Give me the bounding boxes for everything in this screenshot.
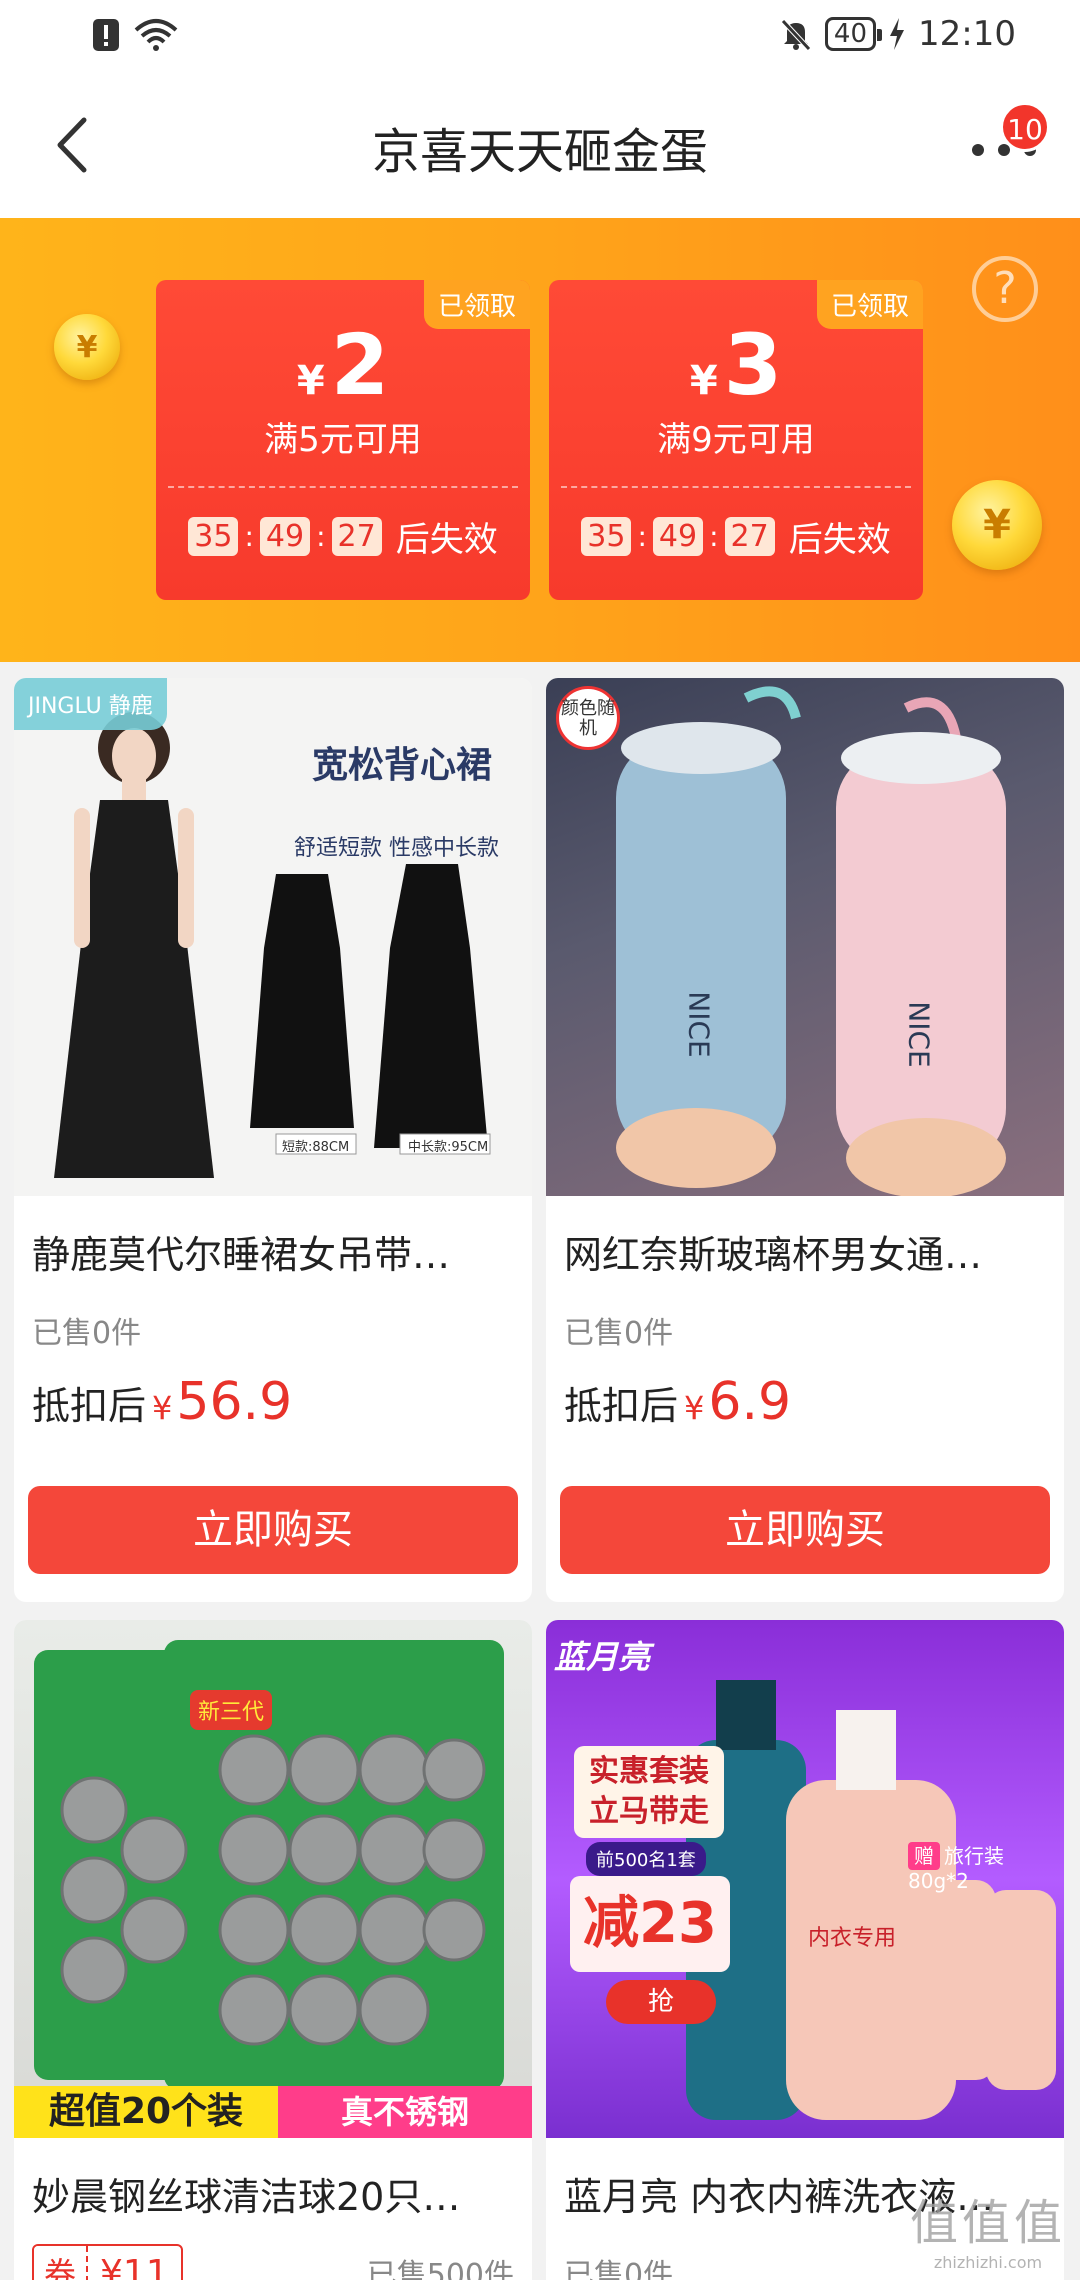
coupon-condition: 满5元可用 (264, 420, 422, 460)
size-label: 中长款:95CM (408, 1140, 489, 1155)
clock: 12:10 (918, 14, 1016, 54)
currency-symbol: ¥ (152, 1389, 173, 1427)
promo-text: 实惠套装 立马带走 (574, 1746, 724, 1838)
nav-bar: 京喜天天砸金蛋 10 (0, 72, 1080, 218)
coupon-card[interactable]: 已领取 ¥2 满5元可用 35: 49: 27 后失效 (156, 280, 530, 600)
sold-count: 已售500件 (366, 2258, 514, 2280)
price-value: 6.9 (708, 1372, 792, 1432)
image-title: 宽松背心裙 (312, 745, 493, 786)
product-image[interactable]: 颜色随机 NICE NICE (546, 678, 1064, 1196)
help-button[interactable]: ? (972, 256, 1038, 322)
notification-badge: 10 (1000, 102, 1050, 152)
price-label: 抵扣后 (32, 1384, 147, 1428)
promo-discount: 减23 (570, 1876, 730, 1972)
bottle-label: NICE (682, 991, 716, 1058)
coupon-tag-value: ¥11 (100, 2253, 169, 2280)
wifi-icon (134, 19, 178, 51)
countdown-timer: 35: 49: 27 后失效 (156, 512, 530, 561)
coupon-amount: ¥2 (296, 316, 390, 414)
coupon-condition: 满9元可用 (657, 420, 815, 460)
price-label: 抵扣后 (564, 1384, 679, 1428)
charging-icon (890, 18, 905, 50)
expire-text: 后失效 (788, 520, 891, 560)
sold-count: 已售0件 (564, 1316, 674, 1351)
product-name[interactable]: 网红奈斯玻璃杯男女通… (564, 1224, 1046, 1279)
image-banner-right: 真不锈钢 (278, 2086, 532, 2138)
page-title: 京喜天天砸金蛋 (371, 124, 708, 180)
price-row: 抵扣后 ¥ 6.9 (564, 1372, 791, 1432)
sold-count: 已售0件 (32, 1316, 142, 1351)
product-card[interactable]: JINGLU 静鹿 宽松背心裙 舒适短款 性感中长款 短款:88CM 中长款:9… (14, 678, 532, 1602)
promo-limit: 前500名1套 (586, 1842, 706, 1876)
gold-coin-icon: ¥ (952, 480, 1042, 570)
product-image[interactable]: JINGLU 静鹿 宽松背心裙 舒适短款 性感中长款 短款:88CM 中长款:9… (14, 678, 532, 1196)
coupon-divider (168, 486, 518, 488)
buy-now-button[interactable]: 立即购买 (560, 1486, 1050, 1574)
product-name[interactable]: 静鹿莫代尔睡裙女吊带… (32, 1224, 514, 1279)
gift-label: 赠旅行装80g*2 (908, 1842, 1004, 1893)
steel-wool-illustration (34, 1640, 504, 2090)
coupon-tag: 券 ¥11 (32, 2244, 183, 2280)
coupon-divider (561, 486, 911, 488)
product-card[interactable]: 蓝月亮 实惠套装 立马带走 前500名1套 减23 抢 赠旅行装80g*2 内衣专… (546, 1620, 1064, 2280)
timer-hours: 35 (581, 517, 632, 556)
battery-indicator: 40 (824, 17, 883, 51)
gold-coin-icon: ¥ (54, 314, 120, 380)
timer-seconds: 27 (724, 517, 775, 556)
product-image[interactable]: 蓝月亮 实惠套装 立马带走 前500名1套 减23 抢 赠旅行装80g*2 内衣专… (546, 1620, 1064, 2138)
expire-text: 后失效 (395, 520, 498, 560)
product-image[interactable]: 新三代 超值20个装 真不锈钢 (14, 1620, 532, 2138)
size-label: 短款:88CM (282, 1140, 350, 1155)
bottle-illustration (616, 686, 1006, 1196)
timer-hours: 35 (188, 517, 239, 556)
image-subtitle: 舒适短款 性感中长款 (294, 836, 500, 861)
brand-logo: 蓝月亮 (554, 1638, 651, 1676)
coupon-tag-key: 券 (34, 2246, 89, 2280)
brand-tag: JINGLU 静鹿 (14, 678, 167, 730)
pack-label: 新三代 (190, 1690, 273, 1730)
alert-icon (93, 19, 119, 51)
status-left (92, 18, 178, 52)
watermark: 值值值 zhizhizhi.com (909, 2195, 1066, 2272)
price-value: 56.9 (176, 1372, 293, 1432)
status-right: 40 12:10 (779, 14, 1016, 54)
coupon-card[interactable]: 已领取 ¥3 满9元可用 35: 49: 27 后失效 (549, 280, 923, 600)
product-name[interactable]: 妙晨钢丝球清洁球20只… (32, 2166, 514, 2221)
image-banner-left: 超值20个装 (14, 2086, 278, 2138)
timer-minutes: 49 (652, 517, 704, 556)
buy-now-button[interactable]: 立即购买 (28, 1486, 518, 1574)
currency-symbol: ¥ (684, 1389, 705, 1427)
product-card[interactable]: 新三代 超值20个装 真不锈钢 妙晨钢丝球清洁球20只… 券 ¥11 已售500… (14, 1620, 532, 2280)
grab-button: 抢 (606, 1980, 716, 2024)
color-random-tag: 颜色随机 (556, 686, 620, 750)
price-row: 抵扣后 ¥ 56.9 (32, 1372, 292, 1432)
bottle-label: NICE (902, 1001, 936, 1068)
timer-seconds: 27 (331, 517, 382, 556)
countdown-timer: 35: 49: 27 后失效 (549, 512, 923, 561)
bottle-label: 内衣专用 (808, 1926, 897, 1951)
timer-minutes: 49 (259, 517, 311, 556)
product-card[interactable]: 颜色随机 NICE NICE 网红奈斯玻璃杯男女通… 已售0件 抵扣后 ¥ 6.… (546, 678, 1064, 1602)
coupon-amount: ¥3 (689, 316, 783, 414)
coupon-banner: ¥ ¥ ? 已领取 ¥2 满5元可用 35: 49: 27 后失效 已领取 ¥3… (0, 218, 1080, 662)
sold-count: 已售0件 (564, 2258, 674, 2280)
status-bar: 40 12:10 (0, 0, 1080, 72)
bell-muted-icon (781, 19, 811, 51)
